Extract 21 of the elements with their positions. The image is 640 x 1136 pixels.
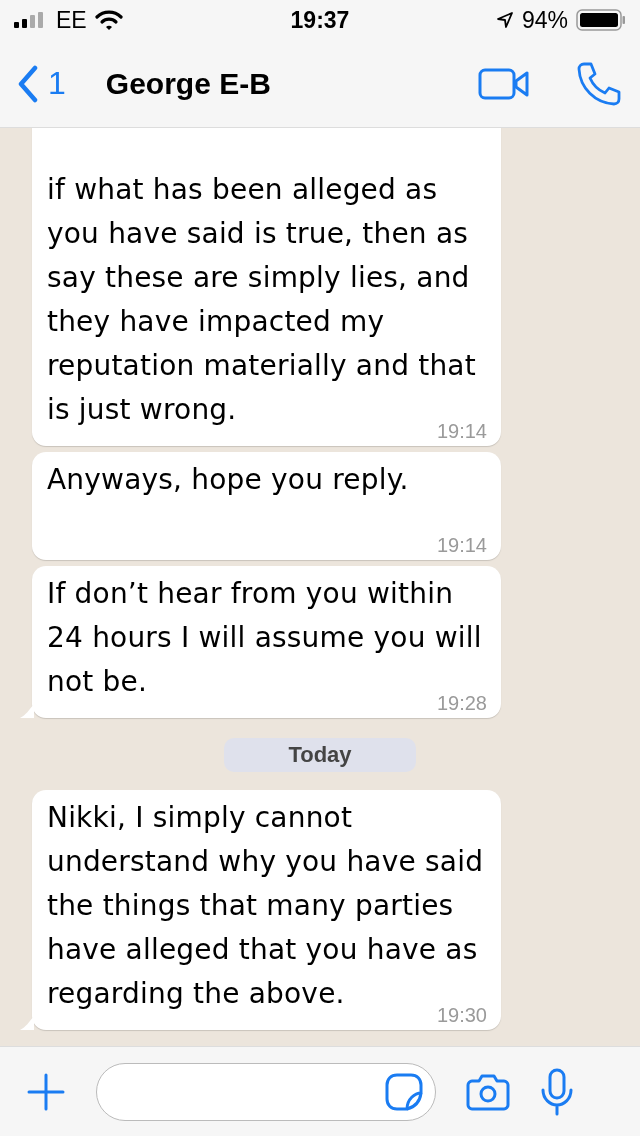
date-separator: Today	[224, 738, 416, 772]
contact-name[interactable]: George E-B	[105, 66, 478, 101]
back-button[interactable]: 1	[18, 64, 66, 103]
location-arrow-icon	[495, 11, 514, 29]
carrier-name: EE	[56, 6, 87, 34]
status-time: 19:37	[290, 6, 350, 34]
phone-call-icon[interactable]	[576, 60, 622, 107]
camera-icon[interactable]	[466, 1072, 510, 1111]
plus-icon[interactable]	[26, 1071, 66, 1112]
sticker-icon[interactable]	[385, 1072, 423, 1111]
microphone-icon[interactable]	[540, 1067, 574, 1116]
wifi-icon	[94, 10, 123, 30]
message-time: 19:14	[436, 534, 487, 556]
message-text: Anyways, hope you reply.	[47, 463, 409, 496]
battery-percent: 94%	[521, 6, 568, 34]
message-time: 19:14	[436, 420, 487, 442]
video-call-icon[interactable]	[478, 67, 530, 100]
message-time: 19:30	[436, 1004, 487, 1026]
message-time: 19:28	[436, 692, 487, 714]
chevron-left-icon	[18, 64, 38, 103]
battery-icon	[576, 9, 626, 31]
